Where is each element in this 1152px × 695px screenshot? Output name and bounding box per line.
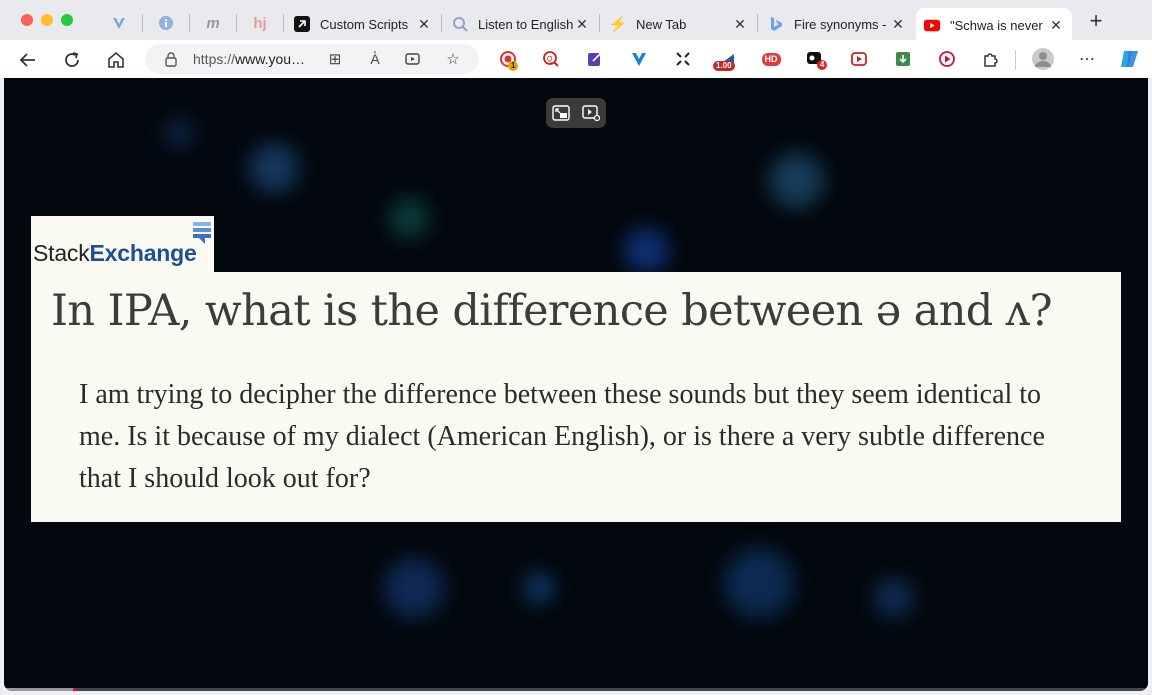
extensions-button[interactable] — [981, 49, 1001, 69]
extension-yt-play[interactable] — [937, 49, 957, 69]
pinned-tab-hj[interactable]: hj — [239, 8, 281, 38]
pinned-tab-info[interactable] — [145, 8, 187, 38]
window-minimize-button[interactable] — [41, 14, 53, 26]
info-icon — [159, 16, 173, 30]
question-title: In IPA, what is the difference between ə… — [51, 286, 1053, 336]
red-play-icon — [939, 51, 955, 67]
home-button[interactable] — [103, 47, 129, 73]
v-logo-icon — [113, 18, 125, 29]
extension-search[interactable]: Q — [541, 49, 561, 69]
search-magnifier-icon — [452, 16, 468, 32]
play-circle-icon — [851, 52, 867, 66]
hj-logo-icon: hj — [253, 14, 267, 32]
copilot-icon — [1121, 51, 1138, 67]
extension-download[interactable] — [893, 49, 913, 69]
tab-title: "Schwa is never — [950, 17, 1043, 33]
extension-v[interactable] — [629, 49, 649, 69]
tab-title: New Tab — [636, 16, 687, 32]
m-logo-icon: m — [206, 14, 220, 32]
new-tab-button[interactable]: + — [1084, 10, 1108, 34]
toolbar: https://www.you… ⊞ A͐ ☆ 1 Q 1.00 HD 4 ⋯ — [0, 40, 1152, 78]
tab-schwa-video[interactable]: "Schwa is never ✕ — [916, 8, 1072, 42]
played-bar — [4, 688, 77, 691]
playhead-marker[interactable] — [73, 688, 77, 691]
tab-title: Fire synonyms - — [794, 16, 887, 32]
extension-count-badge: 4 — [817, 60, 828, 70]
extension-player[interactable] — [849, 49, 869, 69]
pip-controls — [546, 98, 606, 128]
video-player[interactable]: StackExchange In IPA, what is the differ… — [4, 78, 1148, 691]
download-icon — [896, 52, 910, 66]
stack-icon — [193, 222, 211, 244]
favorite-star-icon[interactable]: ☆ — [443, 49, 463, 69]
lock-icon[interactable] — [163, 51, 179, 67]
youtube-icon — [924, 17, 940, 33]
close-tab-icon[interactable]: ✕ — [574, 16, 590, 33]
close-tab-icon[interactable]: ✕ — [890, 16, 906, 33]
ellipsis-icon: ⋯ — [1079, 51, 1095, 68]
extension-notes[interactable] — [585, 49, 605, 69]
svg-text:Q: Q — [547, 56, 553, 63]
video-progress-bar[interactable] — [4, 688, 1148, 691]
tab-title: Custom Scripts — [320, 16, 409, 32]
pinned-tab-m[interactable]: m — [192, 8, 234, 38]
url-host: www.you… — [235, 51, 306, 67]
tab-custom-scripts[interactable]: Custom Scripts ✕ — [286, 8, 440, 40]
tab-new-tab[interactable]: ⚡ New Tab ✕ — [602, 8, 756, 40]
close-tab-icon[interactable]: ✕ — [1048, 17, 1064, 34]
app-available-icon[interactable]: ⊞ — [325, 49, 345, 69]
copilot-button[interactable] — [1118, 47, 1142, 71]
extension-hd[interactable]: HD — [761, 49, 781, 69]
extension-dual[interactable]: 4 — [805, 49, 828, 70]
home-icon — [108, 51, 124, 68]
close-tab-icon[interactable]: ✕ — [732, 16, 748, 33]
logo-exchange: Exchange — [89, 240, 197, 266]
playback-speed-badge: 1.00 — [713, 61, 735, 71]
shrink-arrows-icon — [676, 52, 690, 66]
video-controls-icon[interactable] — [403, 49, 423, 69]
pinned-tab-v[interactable] — [98, 8, 140, 38]
bing-icon — [768, 16, 784, 32]
url-scheme: https:// — [193, 51, 236, 67]
browser-window: m hj Custom Scripts ✕ Listen to English … — [0, 0, 1152, 695]
url-text[interactable]: https://www.you… — [193, 51, 305, 67]
tab-strip: m hj Custom Scripts ✕ Listen to English … — [0, 0, 1152, 42]
window-maximize-button[interactable] — [61, 14, 73, 26]
hd-badge: HD — [761, 52, 781, 66]
reload-button[interactable] — [59, 47, 85, 73]
stackexchange-logo: StackExchange — [31, 216, 214, 273]
v-logo-icon — [632, 53, 646, 66]
tab-title: Listen to English — [478, 16, 574, 32]
magnifier-q-icon: Q — [543, 51, 559, 67]
exit-pip-icon[interactable] — [551, 103, 571, 123]
question-body: I am trying to decipher the difference b… — [79, 379, 1045, 494]
extension-record[interactable]: 1 — [498, 49, 519, 71]
puzzle-icon — [984, 53, 998, 67]
back-button[interactable] — [15, 47, 41, 73]
extension-badge: 1 — [508, 61, 519, 71]
window-close-button[interactable] — [21, 14, 33, 26]
arrow-square-icon — [294, 16, 310, 32]
arrow-left-icon — [19, 53, 35, 67]
bolt-icon: ⚡ — [608, 16, 628, 33]
tab-fire-synonyms[interactable]: Fire synonyms - ✕ — [760, 8, 914, 40]
logo-stack: Stack — [33, 240, 90, 266]
reload-icon — [65, 52, 79, 67]
question-card: In IPA, what is the difference between ə… — [31, 272, 1121, 522]
read-aloud-icon[interactable]: A͐ — [365, 49, 385, 69]
extension-arrows[interactable] — [673, 49, 693, 69]
more-menu-button[interactable]: ⋯ — [1077, 49, 1097, 69]
close-tab-icon[interactable]: ✕ — [416, 16, 432, 33]
video-settings-icon[interactable] — [581, 103, 601, 123]
profile-button[interactable] — [1031, 47, 1055, 71]
avatar-icon — [1032, 48, 1054, 70]
pencil-note-icon — [588, 53, 601, 66]
extension-speed[interactable]: 1.00 — [713, 49, 737, 71]
tab-listen-english[interactable]: Listen to English ✕ — [444, 8, 598, 40]
address-bar[interactable]: https://www.you… ⊞ A͐ ☆ — [145, 44, 479, 74]
